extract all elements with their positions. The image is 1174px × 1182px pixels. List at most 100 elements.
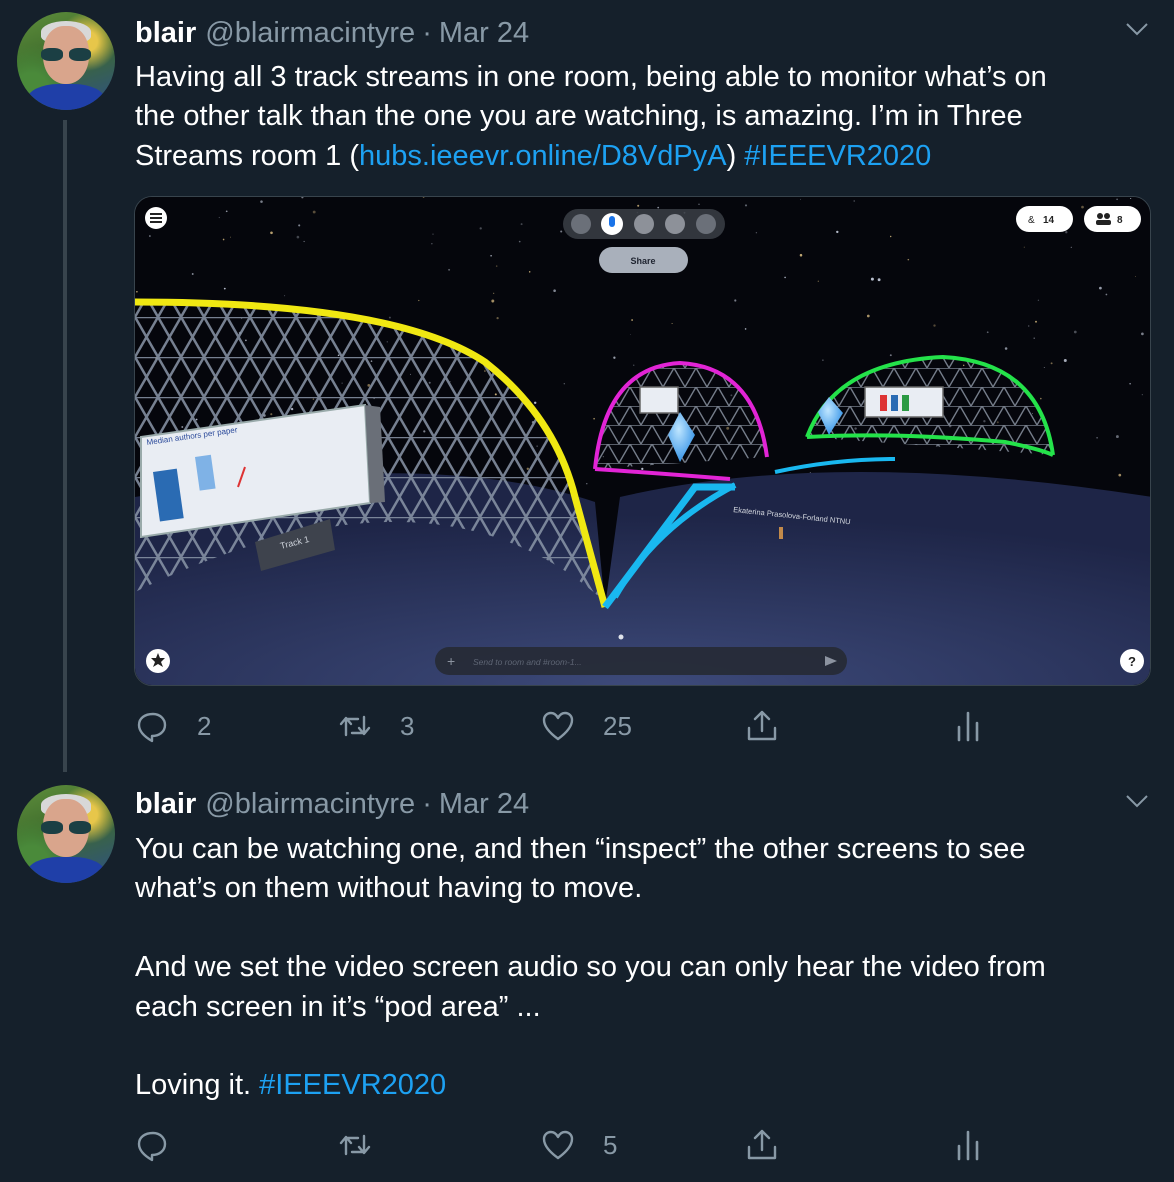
star: [1023, 246, 1025, 248]
tweet-date[interactable]: Mar 24: [439, 788, 529, 821]
chevron-down-icon[interactable]: [1126, 22, 1148, 36]
hud-menu-button[interactable]: [145, 207, 167, 229]
object-icon[interactable]: [696, 214, 716, 234]
tweet[interactable]: blair @blairmacintyre · Mar 24 You can b…: [0, 770, 1174, 1182]
star: [432, 233, 434, 235]
plus-icon[interactable]: +: [447, 653, 455, 669]
help-button[interactable]: ?: [1120, 649, 1144, 673]
star: [520, 223, 523, 226]
star: [1116, 198, 1118, 201]
star: [734, 299, 737, 302]
analytics-button[interactable]: [951, 1125, 985, 1165]
star: [1037, 299, 1040, 301]
url-link[interactable]: hubs.ieeevr.online/D8VdPyA: [359, 140, 727, 172]
text-segment: ): [726, 139, 745, 172]
text-segment: Streams room 1 (: [135, 139, 359, 172]
reply-button[interactable]: [135, 1125, 197, 1165]
user-handle[interactable]: @blairmacintyre: [205, 17, 415, 50]
pen-icon[interactable]: [665, 214, 685, 234]
tweet-text: You can be watching one, and then “inspe…: [135, 830, 1145, 1106]
star: [870, 277, 874, 281]
svg-text:8: 8: [1117, 215, 1123, 226]
star: [1050, 362, 1053, 365]
star: [296, 235, 300, 239]
avatar-shirt: [27, 84, 105, 110]
avatar[interactable]: [17, 12, 115, 110]
star: [496, 316, 499, 320]
share-tweet-button[interactable]: [745, 706, 779, 746]
avatar[interactable]: [17, 785, 115, 883]
camera-icon[interactable]: [634, 214, 654, 234]
star: [1040, 397, 1042, 400]
hashtag-link[interactable]: #IEEEVR2020: [744, 140, 931, 172]
star: [493, 292, 495, 294]
star: [303, 240, 305, 243]
star: [418, 299, 420, 302]
star: [784, 276, 786, 279]
star: [817, 280, 819, 282]
star: [270, 231, 273, 235]
star: [593, 417, 595, 420]
tweet-actions: 2 3 25: [135, 706, 995, 746]
reticle: [618, 634, 624, 640]
like-count: 25: [603, 710, 632, 741]
star: [518, 240, 521, 243]
text-segment: And we set the video screen audio so you…: [135, 951, 1046, 984]
share-tweet-button[interactable]: [745, 1125, 779, 1165]
star: [641, 467, 644, 471]
text-line: what’s on them without having to move.: [135, 869, 1145, 908]
user-handle[interactable]: @blairmacintyre: [205, 788, 415, 821]
tweet-header: blair @blairmacintyre · Mar 24: [135, 17, 529, 49]
hashtag-link[interactable]: #IEEEVR2020: [259, 1069, 446, 1101]
star: [136, 290, 138, 293]
media-image[interactable]: Median authors per paper Track 1 Ekateri…: [134, 196, 1151, 686]
star: [1141, 394, 1143, 396]
separator-dot: ·: [422, 17, 432, 49]
star: [225, 210, 228, 213]
star: [260, 200, 263, 203]
reply-icon: [137, 712, 167, 743]
link-icon: &: [1028, 215, 1035, 226]
star: [1130, 197, 1132, 200]
share-button[interactable]: Share: [599, 247, 688, 273]
svg-text:14: 14: [1043, 215, 1055, 226]
retweet-button[interactable]: [338, 1125, 400, 1165]
chat-input[interactable]: + Send to room and #room-1...: [435, 647, 847, 675]
reply-count: 2: [197, 710, 212, 741]
star: [563, 383, 565, 385]
star: [1033, 337, 1035, 339]
tweet[interactable]: blair @blairmacintyre · Mar 24 Having al…: [0, 0, 1174, 772]
room-count-badge[interactable]: & 14: [1016, 206, 1073, 232]
like-button[interactable]: 5: [541, 1125, 617, 1165]
text-segment: what’s on them without having to move.: [135, 872, 643, 905]
svg-text:Share: Share: [630, 256, 655, 266]
star: [1141, 332, 1144, 336]
reply-button[interactable]: 2: [135, 706, 211, 746]
star: [933, 324, 936, 327]
star: [1065, 231, 1068, 234]
star: [222, 238, 225, 241]
star: [479, 227, 482, 230]
star: [1073, 330, 1077, 334]
chevron-down-icon[interactable]: [1126, 794, 1148, 808]
star: [1134, 275, 1136, 277]
retweet-button[interactable]: 3: [338, 706, 414, 746]
star: [1150, 201, 1151, 202]
star: [853, 200, 855, 202]
star: [657, 206, 660, 209]
star: [631, 319, 634, 321]
like-button[interactable]: 25: [541, 706, 632, 746]
star: [744, 328, 747, 330]
display-name[interactable]: blair: [135, 788, 196, 821]
chat-icon[interactable]: [571, 214, 591, 234]
text-segment: Loving it.: [135, 1069, 260, 1102]
analytics-button[interactable]: [951, 706, 985, 746]
people-count-badge[interactable]: 8: [1084, 206, 1141, 232]
star: [230, 236, 232, 238]
display-name[interactable]: blair: [135, 17, 196, 50]
tweet-date[interactable]: Mar 24: [439, 17, 529, 50]
favorite-button[interactable]: [146, 649, 170, 673]
star: [1096, 436, 1098, 439]
text-segment: the other talk than the one you are watc…: [135, 100, 1023, 133]
